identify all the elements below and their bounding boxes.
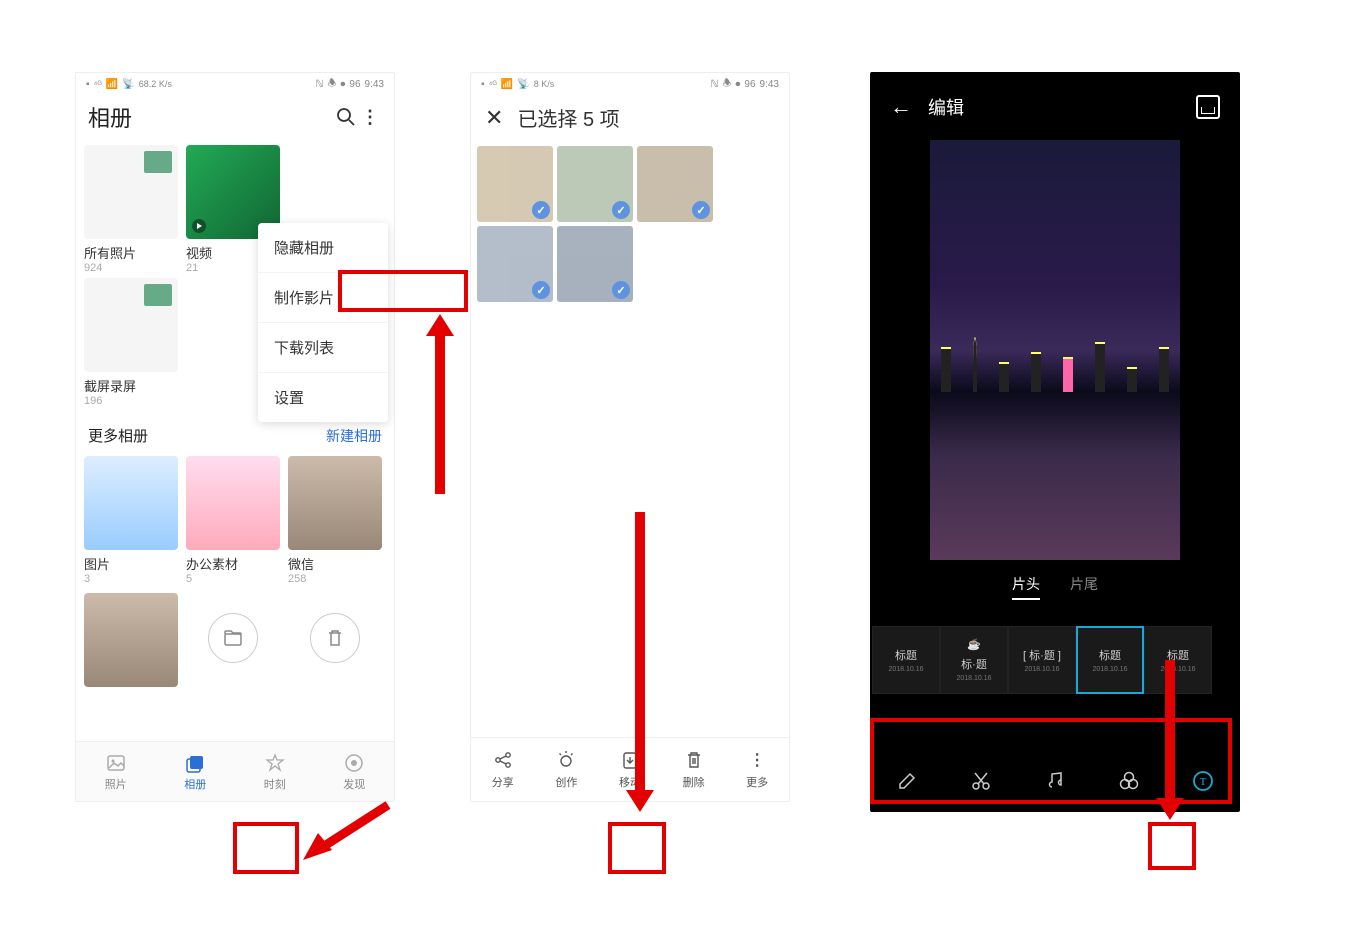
tool-filter-icon[interactable]	[1116, 768, 1142, 794]
action-move[interactable]: 移动	[598, 738, 662, 801]
highlight-nav-albums	[233, 822, 299, 874]
check-icon	[532, 281, 550, 299]
nav-discover[interactable]: 发现	[315, 742, 395, 801]
editor-toolbar: T	[870, 756, 1240, 806]
selected-photo[interactable]	[477, 146, 553, 222]
title-tabs: 片头 片尾	[870, 574, 1240, 600]
editor-title: 编辑	[928, 94, 1196, 120]
action-create[interactable]: 创作	[535, 738, 599, 801]
check-icon	[612, 201, 630, 219]
tab-outro[interactable]: 片尾	[1070, 574, 1098, 600]
menu-make-movie[interactable]: 制作影片	[258, 272, 388, 322]
header: 相册 ⋮	[76, 93, 394, 141]
action-share[interactable]: 分享	[471, 738, 535, 801]
menu-download-list[interactable]: 下载列表	[258, 322, 388, 372]
title-style-strip: 标题2018.10.16 ☕标·题2018.10.16 [ 标·题 ]2018.…	[870, 626, 1240, 694]
action-delete[interactable]: 删除	[662, 738, 726, 801]
phone-screen-2: ▪⁴ᴳ📶📡8 K/s ℕ🕭⏺969:43 ✕ 已选择 5 项 分享 创作 移动 …	[470, 72, 790, 802]
check-icon	[692, 201, 710, 219]
title-style-1[interactable]: 标题2018.10.16	[872, 626, 940, 694]
selected-photo[interactable]	[477, 226, 553, 302]
nav-albums[interactable]: 相册	[156, 742, 236, 801]
save-icon[interactable]	[1196, 95, 1220, 119]
search-icon[interactable]	[334, 105, 358, 129]
phone-screen-3: ← 编辑 片头 片尾 标题2018.10.16 ☕标·题2018.10.16 […	[870, 72, 1240, 812]
new-album-link[interactable]: 新建相册	[326, 426, 382, 446]
selected-photo[interactable]	[557, 226, 633, 302]
selection-title: 已选择 5 项	[517, 103, 619, 132]
tool-music-icon[interactable]	[1042, 768, 1068, 794]
trash-button[interactable]	[288, 593, 382, 687]
title-style-3[interactable]: [ 标·题 ]2018.10.16	[1008, 626, 1076, 694]
editor-header: ← 编辑	[870, 72, 1240, 130]
selected-photo[interactable]	[637, 146, 713, 222]
back-icon[interactable]: ←	[890, 94, 912, 120]
bottom-nav: 照片 相册 时刻 发现	[76, 741, 394, 801]
video-preview[interactable]	[930, 140, 1180, 560]
nav-moments[interactable]: 时刻	[235, 742, 315, 801]
svg-text:T: T	[1200, 776, 1207, 788]
page-title: 相册	[88, 101, 334, 133]
menu-hide-album[interactable]: 隐藏相册	[258, 223, 388, 272]
nav-photos[interactable]: 照片	[76, 742, 156, 801]
check-icon	[532, 201, 550, 219]
selected-photo[interactable]	[557, 146, 633, 222]
title-style-4[interactable]: 标题2018.10.16	[1076, 626, 1144, 694]
tool-brush-icon[interactable]	[894, 768, 920, 794]
check-icon	[612, 281, 630, 299]
highlight-text-tool	[1148, 822, 1196, 870]
more-icon[interactable]: ⋮	[358, 105, 382, 129]
status-bar: ▪⁴ᴳ📶📡68.2 K/s ℕ🕭⏺969:43	[76, 73, 394, 93]
album-pictures[interactable]: 图片3	[84, 456, 178, 585]
action-more[interactable]: ⋮ 更多	[725, 738, 789, 801]
album-all-photos[interactable]: 所有照片 924	[84, 145, 178, 274]
folder-button[interactable]	[186, 593, 280, 687]
album-office[interactable]: 办公素材5	[186, 456, 280, 585]
menu-settings[interactable]: 设置	[258, 372, 388, 422]
phone-screen-1: ▪⁴ᴳ📶📡68.2 K/s ℕ🕭⏺969:43 相册 ⋮ 所有照片 924 视频…	[75, 72, 395, 802]
album-screenshots[interactable]: 截屏录屏 196	[84, 278, 178, 407]
title-style-2[interactable]: ☕标·题2018.10.16	[940, 626, 1008, 694]
tab-intro[interactable]: 片头	[1012, 574, 1040, 600]
title-style-5[interactable]: 标题2018.10.16	[1144, 626, 1212, 694]
close-icon[interactable]: ✕	[485, 107, 503, 129]
overflow-menu: 隐藏相册 制作影片 下载列表 设置	[258, 223, 388, 422]
tool-text-icon[interactable]: T	[1190, 768, 1216, 794]
arrow-to-menu	[420, 314, 460, 504]
status-bar: ▪⁴ᴳ📶📡8 K/s ℕ🕭⏺969:43	[471, 73, 789, 93]
selection-header: ✕ 已选择 5 项	[471, 93, 789, 142]
highlight-create	[608, 822, 666, 874]
album-wechat[interactable]: 微信258	[288, 456, 382, 585]
album-extra[interactable]	[84, 593, 178, 687]
arrow-to-nav	[298, 795, 398, 875]
action-bar: 分享 创作 移动 删除 ⋮ 更多	[471, 737, 789, 801]
tool-cut-icon[interactable]	[968, 768, 994, 794]
